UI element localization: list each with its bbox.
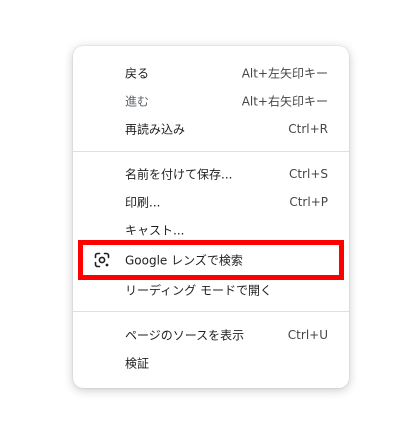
menu-item-label: 印刷... [125,195,161,210]
menu-item-label: 名前を付けて保存... [125,167,233,182]
menu-item-save-as[interactable]: 名前を付けて保存... Ctrl+S [73,161,349,187]
menu-separator [73,151,349,152]
menu-separator [73,311,349,312]
google-lens-icon [93,251,111,269]
menu-item-google-lens[interactable]: Google レンズで検索 [73,247,349,273]
context-menu: 戻る Alt+左矢印キー 進む Alt+右矢印キー 再読み込み Ctrl+R 名… [73,46,349,388]
menu-item-shortcut: Ctrl+R [288,122,328,136]
menu-item-label: 再読み込み [125,122,186,137]
menu-item-print[interactable]: 印刷... Ctrl+P [73,189,349,215]
menu-item-reload[interactable]: 再読み込み Ctrl+R [73,116,349,142]
menu-item-cast[interactable]: キャスト... [73,217,349,243]
menu-item-shortcut: Alt+左矢印キー [241,66,328,81]
menu-item-view-source[interactable]: ページのソースを表示 Ctrl+U [73,322,349,348]
menu-item-label: Google レンズで検索 [125,253,243,268]
menu-item-forward[interactable]: 進む Alt+右矢印キー [73,88,349,114]
menu-item-label: ページのソースを表示 [125,328,245,343]
menu-item-shortcut: Alt+右矢印キー [241,94,328,109]
menu-item-label: 進む [125,94,150,109]
menu-item-shortcut: Ctrl+P [289,195,328,209]
menu-item-shortcut: Ctrl+S [288,167,328,181]
menu-item-inspect[interactable]: 検証 [73,350,349,376]
menu-item-label: 検証 [125,356,150,371]
menu-item-back[interactable]: 戻る Alt+左矢印キー [73,60,349,86]
menu-item-reading-mode[interactable]: リーディング モードで開く [73,277,349,303]
menu-item-label: リーディング モードで開く [125,283,272,298]
menu-item-label: 戻る [125,66,150,81]
menu-item-shortcut: Ctrl+U [287,328,328,342]
menu-item-label: キャスト... [125,223,185,238]
